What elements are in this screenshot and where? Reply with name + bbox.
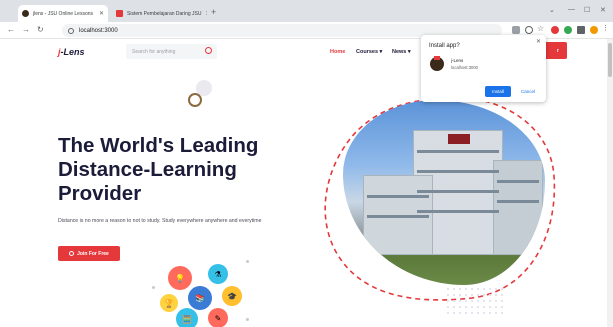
trophy-icon: 🏆 xyxy=(160,294,178,312)
youtube-favicon-icon xyxy=(116,10,123,17)
extension-red-icon[interactable] xyxy=(551,26,559,34)
hero-title: The World's Leading Distance-Learning Pr… xyxy=(58,134,259,205)
app-icon xyxy=(430,56,444,71)
profile-avatar-icon[interactable] xyxy=(590,26,598,34)
window-row xyxy=(497,180,539,183)
install-dialog-title: Install app? xyxy=(429,43,460,49)
app-url: localhost:3000 xyxy=(451,65,479,70)
join-for-free-button[interactable]: Join For Free xyxy=(58,246,120,261)
decor-dot xyxy=(152,286,155,289)
nav-home[interactable]: Home xyxy=(330,49,345,55)
window-row xyxy=(367,215,429,218)
browser-tab-jlens[interactable]: jlens - JSU Online Lessons ✕ xyxy=(18,5,108,22)
search-icon[interactable] xyxy=(205,47,212,54)
app-name: j-Lens xyxy=(451,58,464,63)
window-row xyxy=(417,150,499,153)
close-window-icon[interactable]: ✕ xyxy=(600,6,606,14)
site-info-icon[interactable] xyxy=(68,27,74,34)
close-icon[interactable]: ✕ xyxy=(536,38,541,45)
screen: jlens - JSU Online Lessons ✕ Sistem Pemb… xyxy=(0,0,613,327)
minimize-icon[interactable]: — xyxy=(568,6,575,13)
window-row xyxy=(417,170,499,173)
window-row xyxy=(417,210,499,213)
extension-green-icon[interactable] xyxy=(564,26,572,34)
building-sign xyxy=(448,134,470,144)
tab-search-icon[interactable]: ⌄ xyxy=(549,6,555,14)
building-wing-right xyxy=(493,160,543,255)
flask-icon: ⚗ xyxy=(208,264,228,284)
zoom-icon[interactable] xyxy=(525,26,533,34)
back-icon[interactable]: ← xyxy=(7,25,15,34)
nav-courses[interactable]: Courses ▾ xyxy=(356,49,382,55)
jlens-favicon-icon xyxy=(22,10,29,17)
cancel-button[interactable]: Cancel xyxy=(516,86,540,97)
search-placeholder: Search for anything xyxy=(132,48,176,55)
reload-icon[interactable]: ↻ xyxy=(37,25,44,34)
calculator-icon: 🧮 xyxy=(176,308,198,327)
browser-menu-icon[interactable]: ⋮ xyxy=(602,24,610,32)
tab-title: jlens - JSU Online Lessons xyxy=(33,10,94,17)
maximize-icon[interactable]: ☐ xyxy=(584,6,590,14)
graduation-cap-icon: 🎓 xyxy=(222,286,242,306)
user-icon xyxy=(69,251,75,256)
books-icon: 📚 xyxy=(188,286,212,310)
lightbulb-icon: 💡 xyxy=(168,266,192,290)
site-logo[interactable]: j-Lens xyxy=(58,47,85,57)
forward-icon[interactable]: → xyxy=(22,25,30,34)
education-illustration: 💡 ⚗ 🏆 📚 🎓 🧮 ✎ xyxy=(150,258,260,327)
decor-dot xyxy=(246,318,249,321)
window-row xyxy=(497,200,539,203)
nav-news[interactable]: News ▾ xyxy=(392,49,411,55)
page-scrollbar[interactable] xyxy=(607,39,613,327)
new-tab-icon[interactable]: + xyxy=(211,7,216,17)
install-app-icon[interactable] xyxy=(512,26,520,34)
decor-dot-grid xyxy=(445,286,505,316)
install-app-dialog: Install app? ✕ j-Lens localhost:3000 Ins… xyxy=(421,35,546,102)
close-tab-icon[interactable]: ✕ xyxy=(201,10,207,17)
pencil-icon: ✎ xyxy=(208,308,228,327)
install-button[interactable]: Install xyxy=(485,86,511,97)
tab-title: Sistem Pembelajaran Daring JSU xyxy=(127,10,202,17)
decor-dot xyxy=(246,260,249,263)
url-text: localhost:3000 xyxy=(79,27,118,34)
browser-tab-sistem[interactable]: Sistem Pembelajaran Daring JSU ✕ xyxy=(112,5,207,22)
scrollbar-thumb[interactable] xyxy=(608,43,612,77)
browser-tab-strip: jlens - JSU Online Lessons ✕ Sistem Pemb… xyxy=(0,0,613,22)
bookmark-star-icon[interactable]: ☆ xyxy=(537,24,545,33)
close-tab-icon[interactable]: ✕ xyxy=(95,10,104,17)
extensions-puzzle-icon[interactable] xyxy=(577,26,585,34)
hero-subtitle: Distance is no more a reason to not to s… xyxy=(58,218,262,224)
window-row xyxy=(417,190,499,193)
window-row xyxy=(367,195,429,198)
course-search-input[interactable]: Search for anything xyxy=(126,44,217,59)
decor-ring-icon xyxy=(188,93,202,107)
